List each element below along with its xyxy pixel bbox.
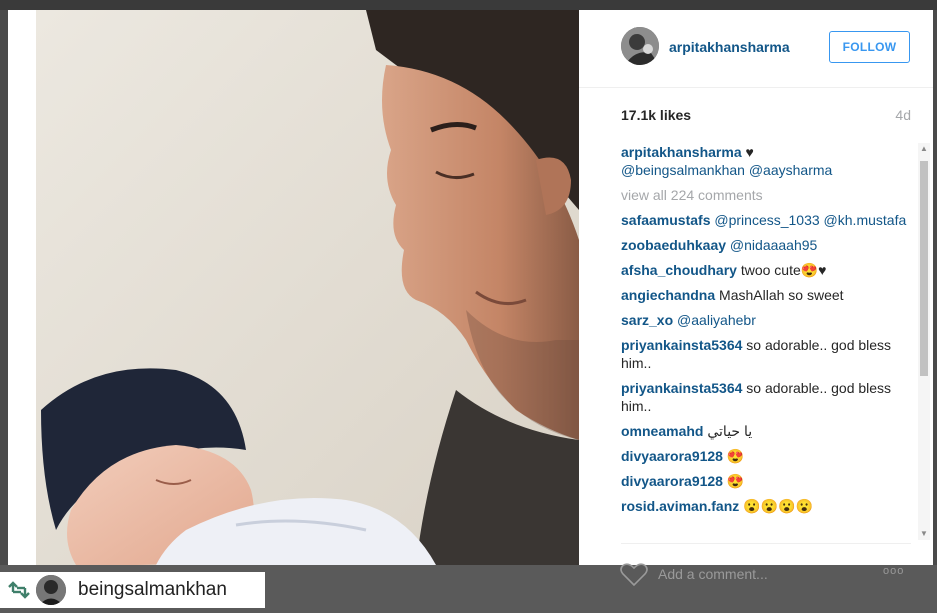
comment-items: safaamustafs @princess_1033 @kh.mustafa z… <box>621 211 911 515</box>
comment-text: 😍 <box>726 448 745 464</box>
comment-username[interactable]: priyankainsta5364 <box>621 337 742 353</box>
repost-icon <box>8 580 30 600</box>
heart-icon[interactable] <box>620 563 648 587</box>
repost-avatar <box>36 575 66 605</box>
comment-mention[interactable]: @aaliyahebr <box>677 312 756 328</box>
repost-icon-svg <box>8 581 30 599</box>
post-side-panel: arpitakhansharma FOLLOW 17.1k likes 4d a… <box>579 10 933 565</box>
post-header: arpitakhansharma FOLLOW <box>579 10 933 88</box>
post-photo[interactable] <box>36 10 579 565</box>
comment-text: يا حياتي <box>707 423 753 439</box>
comment-username[interactable]: omneamahd <box>621 423 703 439</box>
caption: arpitakhansharma ♥ @beingsalmankhan @aay… <box>621 143 911 179</box>
comment-username[interactable]: sarz_xo <box>621 312 673 328</box>
post-time[interactable]: 4d <box>895 107 911 123</box>
scroll-up-arrow-icon[interactable]: ▲ <box>918 143 930 155</box>
add-comment-input[interactable] <box>658 563 868 585</box>
comment-item: afsha_choudhary twoo cute😍♥ <box>621 261 911 279</box>
comment-item: omneamahd يا حياتي <box>621 422 911 440</box>
heart-icon-svg <box>620 563 648 587</box>
comment-item: sarz_xo @aaliyahebr <box>621 311 911 329</box>
comment-item: divyaarora9128 😍 <box>621 447 911 465</box>
comment-item: angiechandna MashAllah so sweet <box>621 286 911 304</box>
likes-row: 17.1k likes 4d <box>621 107 911 125</box>
comment-username[interactable]: zoobaeduhkaay <box>621 237 726 253</box>
comment-mention[interactable]: @princess_1033 @kh.mustafa <box>714 212 906 228</box>
more-options-icon[interactable]: ooo <box>883 565 904 577</box>
repost-avatar-image <box>36 575 66 605</box>
author-username[interactable]: arpitakhansharma <box>669 39 790 55</box>
caption-heart: ♥ <box>745 144 754 160</box>
view-all-comments-link[interactable]: view all 224 comments <box>621 186 911 204</box>
footer-divider <box>621 543 911 544</box>
repost-badge: beingsalmankhan <box>0 572 265 608</box>
like-count[interactable]: 17.1k likes <box>621 107 691 123</box>
post-modal: arpitakhansharma FOLLOW 17.1k likes 4d a… <box>8 10 933 565</box>
caption-mentions[interactable]: @beingsalmankhan @aaysharma <box>621 162 832 178</box>
comment-text: MashAllah so sweet <box>719 287 844 303</box>
comment-text: 😍 <box>726 473 745 489</box>
comment-item: divyaarora9128 😍 <box>621 472 911 490</box>
scrollbar-thumb[interactable] <box>920 161 928 376</box>
comments-list: arpitakhansharma ♥ @beingsalmankhan @aay… <box>621 143 911 538</box>
comment-username[interactable]: angiechandna <box>621 287 715 303</box>
comment-username[interactable]: divyaarora9128 <box>621 448 723 464</box>
comment-text: twoo cute😍♥ <box>740 262 827 278</box>
comment-item: safaamustafs @princess_1033 @kh.mustafa <box>621 211 911 229</box>
comment-text: 😮😮😮😮 <box>743 498 813 514</box>
comment-username[interactable]: divyaarora9128 <box>621 473 723 489</box>
scroll-down-arrow-icon[interactable]: ▼ <box>918 528 930 540</box>
comment-item: priyankainsta5364 so adorable.. god bles… <box>621 379 911 415</box>
repost-username: beingsalmankhan <box>78 579 227 600</box>
backdrop-top <box>0 0 937 10</box>
comment-username[interactable]: rosid.aviman.fanz <box>621 498 739 514</box>
comment-username[interactable]: safaamustafs <box>621 212 711 228</box>
comment-mention[interactable]: @nidaaaah95 <box>730 237 817 253</box>
post-footer <box>579 543 933 565</box>
comment-username[interactable]: afsha_choudhary <box>621 262 737 278</box>
photo-illustration <box>36 10 579 565</box>
comment-item: rosid.aviman.fanz 😮😮😮😮 <box>621 497 911 515</box>
comment-username[interactable]: priyankainsta5364 <box>621 380 742 396</box>
author-avatar[interactable] <box>621 27 659 65</box>
follow-button[interactable]: FOLLOW <box>829 31 910 63</box>
avatar-image <box>621 27 659 65</box>
caption-username[interactable]: arpitakhansharma <box>621 144 742 160</box>
comments-scrollbar[interactable]: ▲ ▼ <box>918 143 930 540</box>
comment-item: zoobaeduhkaay @nidaaaah95 <box>621 236 911 254</box>
comment-item: priyankainsta5364 so adorable.. god bles… <box>621 336 911 372</box>
